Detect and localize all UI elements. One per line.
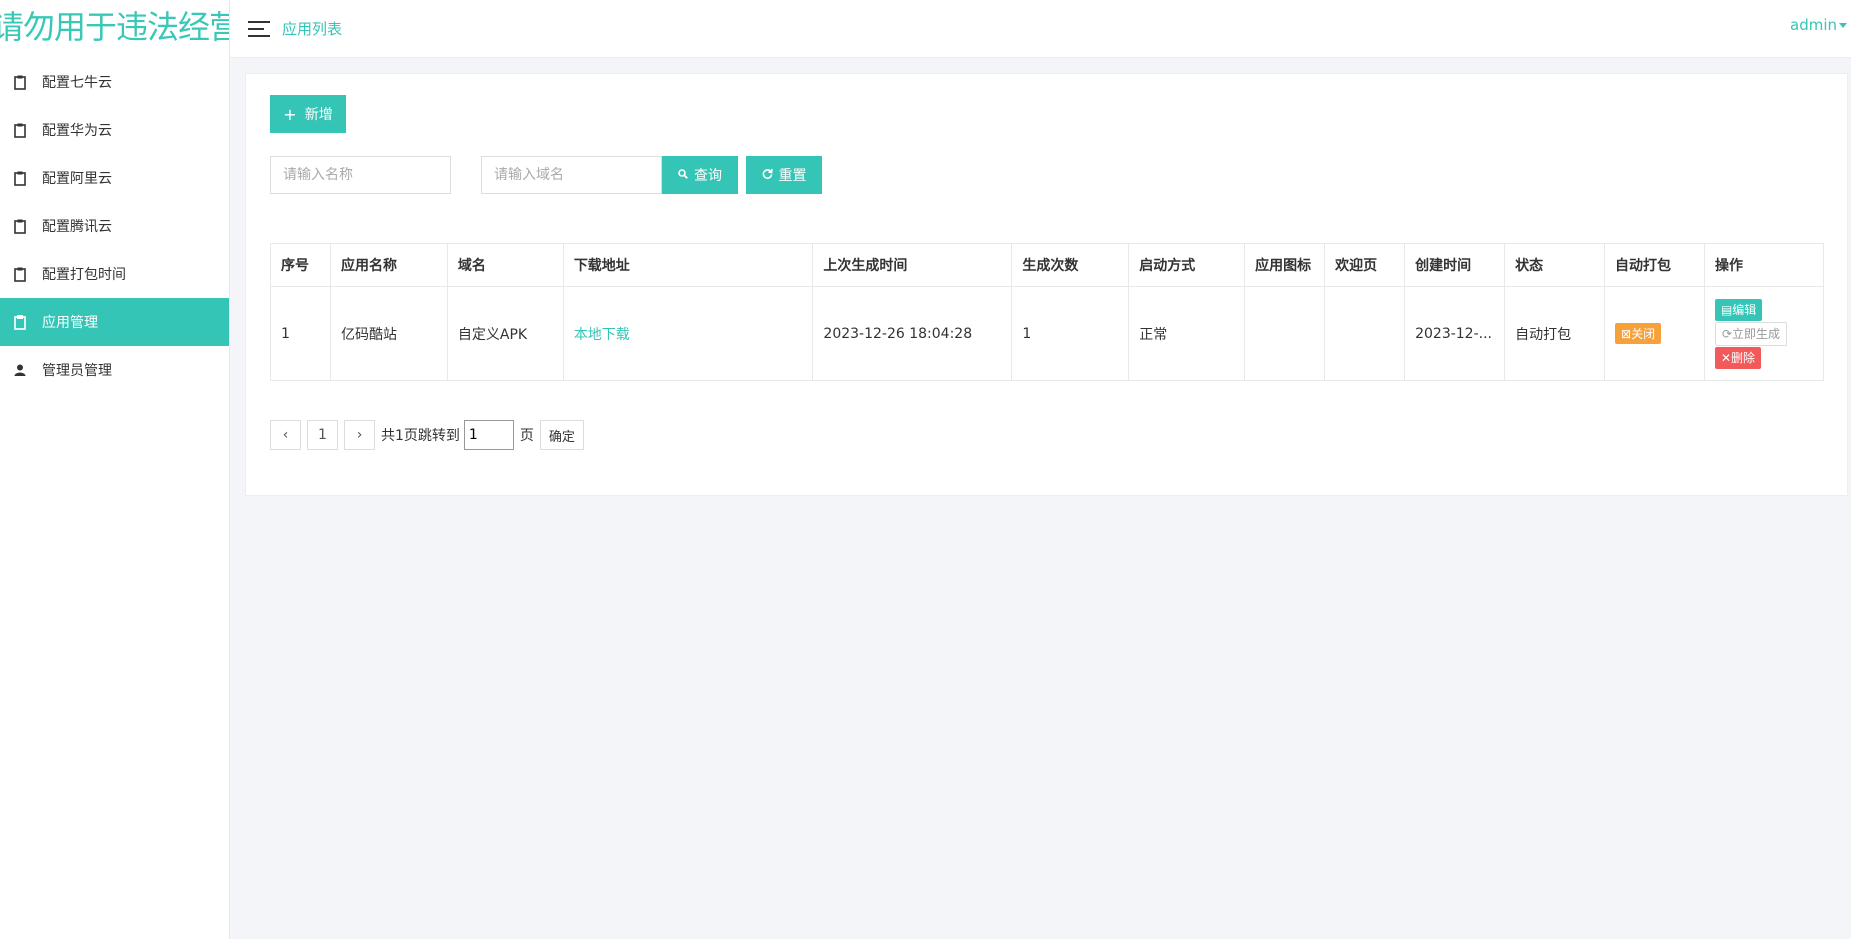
col-header-last-generated: 上次生成时间 — [812, 243, 1013, 287]
sidebar-item-label: 配置七牛云 — [42, 75, 112, 91]
user-menu[interactable]: admin — [1790, 16, 1847, 34]
cell-created: 2023-12-... — [1404, 286, 1506, 381]
delete-label: 删除 — [1731, 350, 1756, 365]
search-icon — [678, 168, 688, 182]
reset-button-label: 重置 — [778, 168, 807, 184]
clipboard-icon — [12, 313, 28, 331]
col-header-welcome: 欢迎页 — [1324, 243, 1406, 287]
sidebar-item-huawei[interactable]: 配置华为云 — [0, 106, 229, 154]
table-row: 1 亿码酷站 自定义APK 本地下载 2023-12-26 18:04:28 1… — [270, 286, 1825, 381]
clipboard-icon — [12, 169, 28, 187]
cell-status: 自动打包 — [1504, 286, 1606, 381]
generate-now-button[interactable]: ⟳立即生成 — [1714, 321, 1788, 346]
col-header-launch-mode: 启动方式 — [1128, 243, 1246, 287]
col-header-app-icon: 应用图标 — [1244, 243, 1326, 287]
page-title: 应用列表 — [282, 20, 343, 38]
brand-logo: 请勿用于违法经营 — [0, 8, 229, 46]
search-button[interactable]: 查询 — [662, 156, 738, 194]
cell-index: 1 — [270, 286, 331, 381]
generate-label: 立即生成 — [1732, 326, 1781, 341]
row-actions: ▤编辑 ⟳立即生成 ✕删除 — [1714, 298, 1813, 369]
auto-pack-toggle[interactable]: ⊠关闭 — [1615, 323, 1662, 344]
sidebar-item-label: 配置华为云 — [42, 123, 112, 139]
edit-button[interactable]: ▤编辑 — [1714, 298, 1763, 321]
pagination-summary: 共1页跳转到 — [381, 428, 460, 444]
sidebar-item-label: 管理员管理 — [42, 363, 112, 379]
clipboard-icon — [12, 73, 28, 91]
local-download-link[interactable]: 本地下载 — [574, 327, 630, 343]
cell-app-icon — [1244, 286, 1326, 381]
page-unit-label: 页 — [519, 428, 534, 444]
col-header-name: 应用名称 — [329, 243, 448, 287]
clipboard-icon — [12, 121, 28, 139]
sidebar-item-label: 配置打包时间 — [42, 267, 126, 283]
content-card: + 新增 查询 重置 序号 应用名称 域名 下载地址 上次生成时间 生 — [245, 73, 1848, 496]
name-search-input[interactable] — [270, 156, 451, 194]
cell-last-generated: 2023-12-26 18:04:28 — [812, 286, 1013, 381]
sidebar-item-label: 配置腾讯云 — [42, 219, 112, 235]
sidebar-item-aliyun[interactable]: 配置阿里云 — [0, 154, 229, 202]
edit-icon: ▤ — [1720, 302, 1733, 317]
col-header-download: 下载地址 — [562, 243, 814, 287]
username: admin — [1790, 16, 1837, 34]
clipboard-icon — [12, 265, 28, 283]
menu-toggle-icon[interactable] — [248, 20, 270, 37]
sidebar: 请勿用于违法经营 配置七牛云 配置华为云 配置阿里云 配置腾讯云 配置打包时间 … — [0, 0, 230, 939]
cell-launch-mode: 正常 — [1128, 286, 1246, 381]
cell-actions: ▤编辑 ⟳立即生成 ✕删除 — [1703, 286, 1825, 381]
add-button-label: 新增 — [304, 107, 333, 123]
col-header-index: 序号 — [270, 243, 331, 287]
domain-search-input[interactable] — [481, 156, 662, 194]
app-table: 序号 应用名称 域名 下载地址 上次生成时间 生成次数 启动方式 应用图标 欢迎… — [270, 243, 1825, 381]
cell-domain: 自定义APK — [446, 286, 564, 381]
col-header-count: 生成次数 — [1011, 243, 1130, 287]
col-header-created: 创建时间 — [1404, 243, 1506, 287]
user-icon — [12, 361, 28, 379]
sidebar-item-app-management[interactable]: 应用管理 — [0, 298, 229, 346]
cell-count: 1 — [1011, 286, 1130, 381]
col-header-auto-pack: 自动打包 — [1604, 243, 1705, 287]
sidebar-menu: 配置七牛云 配置华为云 配置阿里云 配置腾讯云 配置打包时间 应用管理 管理员管… — [0, 58, 229, 394]
col-header-domain: 域名 — [446, 243, 564, 287]
delete-icon: ✕ — [1720, 350, 1732, 365]
sidebar-item-label: 配置阿里云 — [42, 171, 112, 187]
close-icon: ⊠ — [1621, 327, 1632, 341]
plus-icon: + — [283, 104, 297, 124]
refresh-icon — [762, 168, 773, 182]
add-button[interactable]: + 新增 — [270, 95, 346, 133]
sidebar-item-admin-management[interactable]: 管理员管理 — [0, 346, 229, 394]
search-button-label: 查询 — [694, 168, 722, 184]
table-header-row: 序号 应用名称 域名 下载地址 上次生成时间 生成次数 启动方式 应用图标 欢迎… — [270, 243, 1825, 287]
jump-confirm-button[interactable]: 确定 — [539, 420, 584, 450]
cell-name: 亿码酷站 — [329, 286, 448, 381]
auto-pack-label: 关闭 — [1631, 327, 1656, 341]
chevron-down-icon — [1839, 23, 1847, 28]
edit-label: 编辑 — [1732, 302, 1757, 317]
sidebar-item-tencent[interactable]: 配置腾讯云 — [0, 202, 229, 250]
top-header: 应用列表 admin — [230, 0, 1851, 58]
pagination: ‹ 1 › 共1页跳转到 页 确定 — [270, 420, 584, 450]
cell-welcome — [1324, 286, 1406, 381]
jump-page-input[interactable] — [463, 420, 514, 450]
sidebar-item-label: 应用管理 — [42, 315, 98, 331]
refresh-icon: ⟳ — [1721, 326, 1733, 341]
cell-download: 本地下载 — [562, 286, 814, 381]
cell-auto-pack: ⊠关闭 — [1604, 286, 1705, 381]
prev-page-button[interactable]: ‹ — [270, 420, 301, 450]
reset-button[interactable]: 重置 — [746, 156, 822, 194]
sidebar-item-pack-time[interactable]: 配置打包时间 — [0, 250, 229, 298]
col-header-status: 状态 — [1504, 243, 1606, 287]
delete-button[interactable]: ✕删除 — [1714, 346, 1762, 369]
clipboard-icon — [12, 217, 28, 235]
sidebar-item-qiniu[interactable]: 配置七牛云 — [0, 58, 229, 106]
next-page-button[interactable]: › — [344, 420, 375, 450]
page-number-button[interactable]: 1 — [307, 420, 338, 450]
col-header-actions: 操作 — [1703, 243, 1825, 287]
